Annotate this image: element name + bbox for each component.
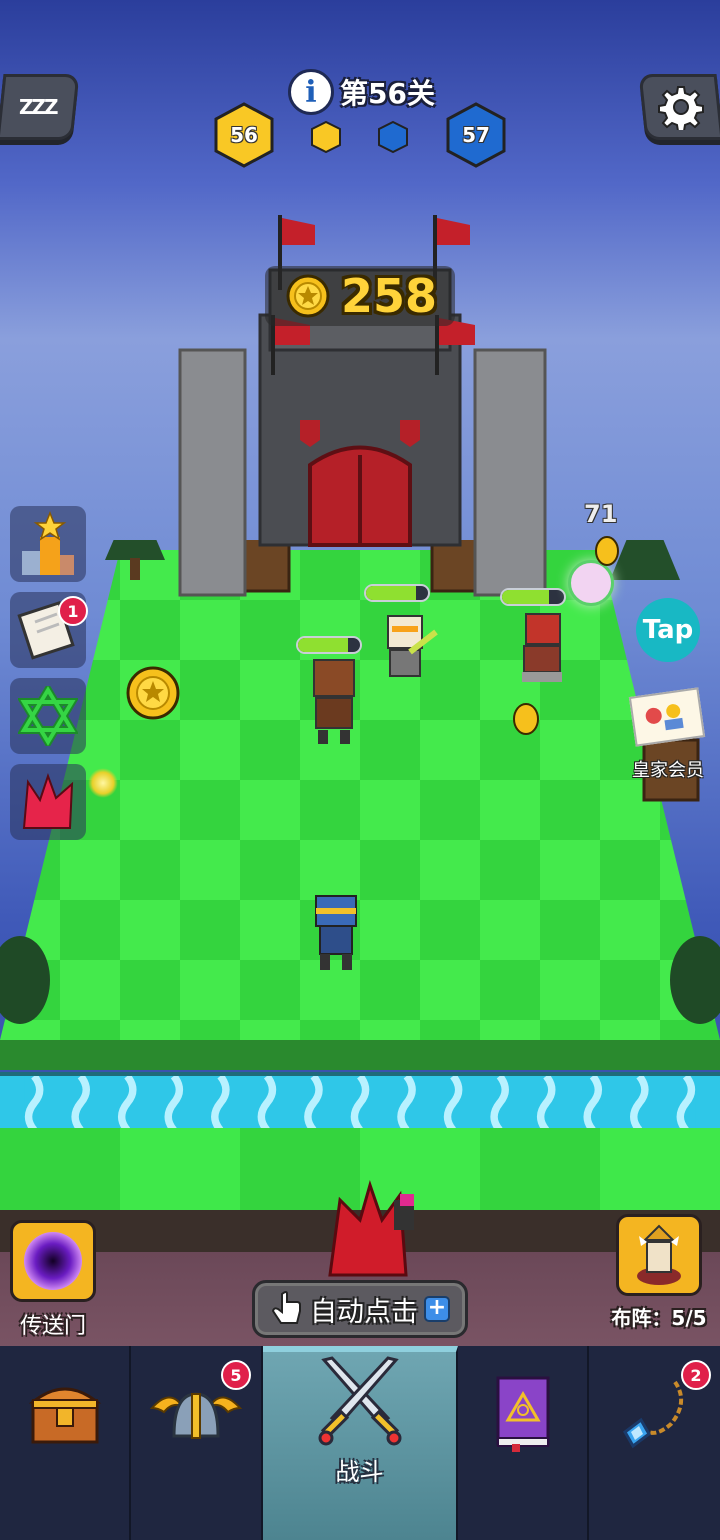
next-level-number: 57 [462, 123, 490, 147]
game-stage: ZZZ i 第56关 56 57 258 71 1 Tap 皇家会员 传送门 自… [0, 0, 720, 1540]
level-header: i 第56关 [288, 68, 435, 116]
enemy-health-bar [500, 588, 566, 606]
formation-value: 5/5 [671, 1306, 707, 1330]
next-level-hex: 57 [444, 102, 508, 168]
board-coin-large [126, 666, 180, 720]
settings-button[interactable] [638, 74, 720, 140]
quest-scroll-button[interactable]: 1 [10, 592, 88, 668]
portal-label: 传送门 [19, 1314, 86, 1339]
formation-hero-icon [637, 1224, 681, 1285]
amulet-icon [622, 1380, 683, 1449]
coin-icon [286, 274, 330, 318]
podium-star-icon [22, 511, 74, 575]
portal-button[interactable] [10, 1220, 96, 1302]
progress-hex-1 [310, 120, 342, 154]
bench-hero-dragon [328, 1180, 414, 1277]
nav-treasure-tab[interactable] [0, 1346, 131, 1540]
nav-heroes-tab[interactable]: 5 [131, 1346, 263, 1540]
achievement-button[interactable] [10, 506, 86, 582]
formation-button[interactable] [616, 1214, 702, 1296]
nav-battle-tab[interactable]: 战斗 [263, 1346, 458, 1540]
current-level-number: 56 [230, 123, 258, 147]
current-level-hex: 56 [212, 102, 276, 168]
gear-icon [658, 86, 704, 130]
sleep-icon: ZZZ [19, 95, 57, 119]
nav-amulet-tab[interactable]: 2 [589, 1346, 720, 1540]
nav-battle-label: 战斗 [335, 1458, 384, 1486]
tap-bubble[interactable]: Tap [636, 598, 700, 662]
auto-tap-plus-icon: + [424, 1296, 450, 1322]
level-label: 第56关 [340, 77, 435, 110]
hexagram-button[interactable] [10, 678, 86, 754]
auto-tap-label: 自动点击 [310, 1296, 418, 1328]
sparkle-effect [88, 768, 118, 798]
enemy-number-label: 71 [584, 500, 618, 528]
formation-count: 布阵：5/5 [598, 1302, 720, 1331]
river [0, 1072, 720, 1130]
player-unit-hero [315, 895, 357, 970]
castle-coin-value: 258 [341, 269, 438, 323]
castle-coin-counter: 258 [265, 266, 455, 326]
claw-icon [22, 772, 74, 829]
enemy-unit-knight [387, 615, 438, 677]
claw-button[interactable] [10, 764, 86, 840]
treasure-chest-icon [28, 1387, 101, 1444]
vip-card-icon [645, 704, 684, 731]
tap-hand-icon [271, 1291, 301, 1324]
enemy-health-bar [364, 584, 430, 602]
enemy-health-bar [296, 636, 362, 654]
vip-label: 皇家会员 [632, 760, 704, 781]
vip-card-button[interactable] [628, 687, 706, 747]
info-icon[interactable]: i [288, 69, 334, 115]
battle-board [0, 540, 720, 1070]
board-coin-flying [595, 536, 619, 566]
heroes-badge: 5 [221, 1360, 251, 1390]
crossed-swords-icon [318, 1356, 401, 1446]
formation-label: 布阵： [611, 1306, 672, 1330]
hexagram-icon [18, 686, 78, 746]
portal-icon [24, 1232, 82, 1290]
nav-spellbook-tab[interactable] [458, 1346, 589, 1540]
auto-tap-button[interactable]: 自动点击 + [252, 1280, 468, 1338]
amulet-badge: 2 [681, 1360, 711, 1390]
spellbook-icon [496, 1376, 549, 1452]
bottom-nav: 5 战斗 2 [0, 1346, 720, 1540]
enemy-unit-barbarian [313, 659, 355, 744]
progress-hex-2 [377, 120, 409, 154]
quest-badge: 1 [58, 596, 88, 626]
board-coin-small [513, 703, 539, 735]
enemy-unit-warrior [522, 613, 562, 682]
sleep-button[interactable]: ZZZ [0, 74, 80, 140]
